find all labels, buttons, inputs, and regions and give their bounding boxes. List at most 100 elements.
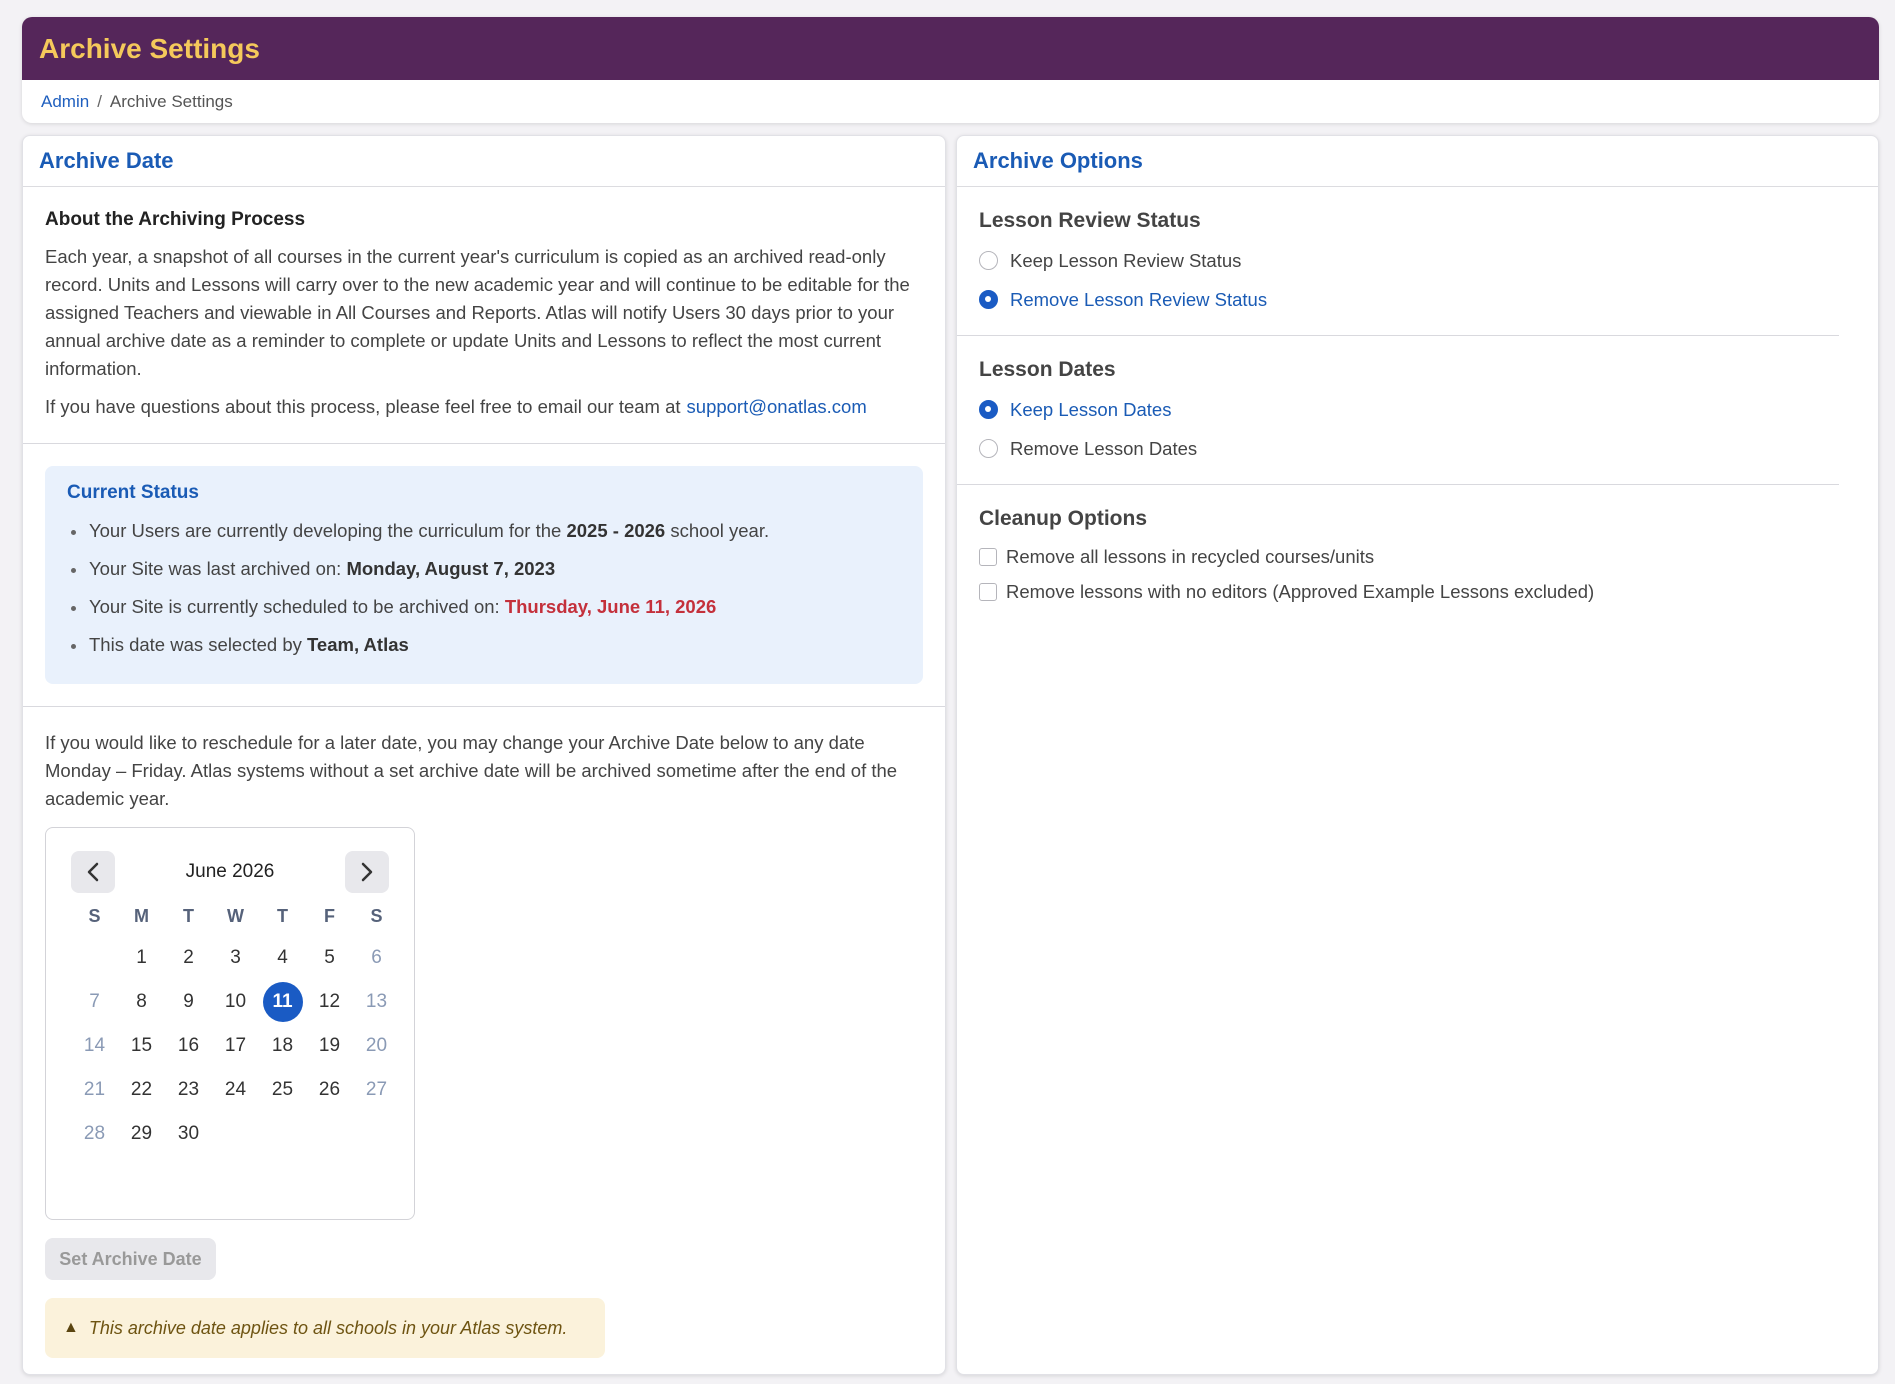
status-item-last-archived: Your Site was last archived on: Monday, … xyxy=(67,550,901,588)
page-title: Archive Settings xyxy=(39,32,260,64)
about-section: About the Archiving Process Each year, a… xyxy=(23,187,945,444)
calendar-day[interactable]: 7 xyxy=(71,980,118,1024)
checkbox-remove-recycled[interactable]: Remove all lessons in recycled courses/u… xyxy=(979,539,1817,574)
calendar-day[interactable]: 17 xyxy=(212,1024,259,1068)
status-text: This date was selected by xyxy=(89,634,302,655)
page-header: Archive Settings Admin / Archive Setting… xyxy=(22,17,1879,123)
set-archive-date-button[interactable]: Set Archive Date xyxy=(45,1238,216,1280)
archive-options-title: Archive Options xyxy=(957,136,1878,187)
calendar-day-number: 2 xyxy=(183,947,194,968)
cleanup-options-title: Cleanup Options xyxy=(979,507,1147,530)
status-item-scheduled: Your Site is currently scheduled to be a… xyxy=(67,588,901,626)
calendar-day[interactable]: 3 xyxy=(212,936,259,980)
date-picker-calendar: June 2026 S M T W T F S 1 2 3 4 5 6 7 8 9 10 11 12 13 14 15 16… xyxy=(45,827,415,1220)
calendar-day[interactable]: 5 xyxy=(306,936,353,980)
calendar-day[interactable]: 16 xyxy=(165,1024,212,1068)
lesson-dates-title: Lesson Dates xyxy=(979,358,1116,381)
weekday-header: T xyxy=(183,905,194,926)
breadcrumb-current: Archive Settings xyxy=(109,91,233,111)
lesson-review-status-title: Lesson Review Status xyxy=(979,209,1201,232)
school-year-value: 2025 - 2026 xyxy=(566,520,666,541)
calendar-day-number: 19 xyxy=(318,1035,341,1056)
calendar-day[interactable]: 30 xyxy=(165,1112,212,1156)
calendar-day[interactable]: 9 xyxy=(165,980,212,1024)
calendar-day-number: 4 xyxy=(277,947,288,968)
reschedule-text: If you would like to reschedule for a la… xyxy=(45,732,898,809)
calendar-day[interactable]: 14 xyxy=(71,1024,118,1068)
prev-month-button[interactable] xyxy=(71,851,115,893)
weekday-header: T xyxy=(277,905,288,926)
calendar-day[interactable]: 18 xyxy=(259,1024,306,1068)
checkbox-label: Remove all lessons in recycled courses/u… xyxy=(1006,545,1375,567)
calendar-day[interactable]: 25 xyxy=(259,1068,306,1112)
calendar-day-selected[interactable]: 11 xyxy=(259,980,306,1024)
calendar-day-number: 25 xyxy=(271,1079,294,1100)
status-list: Your Users are currently developing the … xyxy=(67,512,901,664)
calendar-day[interactable]: 22 xyxy=(118,1068,165,1112)
support-email-link[interactable]: support@onatlas.com xyxy=(687,396,867,417)
calendar-day[interactable]: 27 xyxy=(353,1068,400,1112)
calendar-day[interactable]: 2 xyxy=(165,936,212,980)
next-month-button[interactable] xyxy=(345,851,389,893)
calendar-day[interactable]: 1 xyxy=(118,936,165,980)
calendar-day[interactable]: 19 xyxy=(306,1024,353,1068)
status-title: Current Status xyxy=(67,482,199,503)
calendar-day-number: 29 xyxy=(130,1123,153,1144)
calendar-day[interactable]: 28 xyxy=(71,1112,118,1156)
calendar-day[interactable]: 15 xyxy=(118,1024,165,1068)
radio-button[interactable] xyxy=(979,439,998,458)
calendar-day-number: 26 xyxy=(318,1079,341,1100)
calendar-day[interactable]: 24 xyxy=(212,1068,259,1112)
radio-keep-lesson-dates[interactable]: Keep Lesson Dates xyxy=(979,390,1817,429)
calendar-grid: S M T W T F S 1 2 3 4 5 6 7 8 9 10 11 12 13 14 15 16 17 18 19 20 21… xyxy=(71,896,389,1156)
scheduled-date-value: Thursday, June 11, 2026 xyxy=(504,596,717,617)
calendar-header: June 2026 xyxy=(71,850,389,894)
radio-label: Keep Lesson Review Status xyxy=(1010,249,1242,271)
radio-remove-review-status[interactable]: Remove Lesson Review Status xyxy=(979,280,1817,319)
warning-text: This archive date applies to all schools… xyxy=(88,1317,568,1338)
checkbox[interactable] xyxy=(979,582,997,601)
radio-label: Keep Lesson Dates xyxy=(1010,398,1172,420)
radio-button[interactable] xyxy=(979,400,998,419)
calendar-day[interactable]: 23 xyxy=(165,1068,212,1112)
radio-remove-lesson-dates[interactable]: Remove Lesson Dates xyxy=(979,429,1817,468)
calendar-day-number: 14 xyxy=(83,1035,106,1056)
calendar-month-label: June 2026 xyxy=(185,861,275,882)
calendar-day-number: 24 xyxy=(224,1079,247,1100)
radio-keep-review-status[interactable]: Keep Lesson Review Status xyxy=(979,241,1817,280)
calendar-day[interactable]: 20 xyxy=(353,1024,400,1068)
calendar-day[interactable]: 21 xyxy=(71,1068,118,1112)
checkbox-remove-no-editors[interactable]: Remove lessons with no editors (Approved… xyxy=(979,574,1817,609)
calendar-day[interactable]: 8 xyxy=(118,980,165,1024)
calendar-day[interactable]: 13 xyxy=(353,980,400,1024)
status-item-selected-by: This date was selected by Team, Atlas xyxy=(67,626,901,664)
checkbox[interactable] xyxy=(979,547,997,566)
calendar-day-number: 7 xyxy=(89,991,100,1012)
calendar-day[interactable]: 10 xyxy=(212,980,259,1024)
reschedule-section: If you would like to reschedule for a la… xyxy=(23,707,945,1380)
calendar-day-number: 30 xyxy=(177,1123,200,1144)
calendar-day[interactable]: 12 xyxy=(306,980,353,1024)
calendar-day-number: 6 xyxy=(371,947,382,968)
calendar-day-number: 23 xyxy=(177,1079,200,1100)
calendar-day[interactable]: 26 xyxy=(306,1068,353,1112)
status-item-school-year: Your Users are currently developing the … xyxy=(67,512,901,550)
calendar-day-number: 22 xyxy=(130,1079,153,1100)
breadcrumb-admin-link[interactable]: Admin xyxy=(41,92,89,112)
calendar-day-number: 3 xyxy=(230,947,241,968)
radio-button[interactable] xyxy=(979,290,998,309)
calendar-day-number: 5 xyxy=(324,947,335,968)
radio-button[interactable] xyxy=(979,251,998,270)
weekday-header: S xyxy=(370,905,383,926)
calendar-day[interactable]: 29 xyxy=(118,1112,165,1156)
calendar-day-number: 16 xyxy=(177,1035,200,1056)
radio-label: Remove Lesson Review Status xyxy=(1010,288,1268,310)
current-status-box: Current Status Your Users are currently … xyxy=(45,466,923,684)
calendar-day[interactable]: 4 xyxy=(259,936,306,980)
weekday-header: F xyxy=(324,905,335,926)
calendar-day[interactable]: 6 xyxy=(353,936,400,980)
breadcrumb: Admin / Archive Settings xyxy=(22,80,1879,123)
calendar-day-number: 1 xyxy=(136,947,147,968)
calendar-day-number: 8 xyxy=(136,991,147,1012)
archive-options-panel: Archive Options Lesson Review Status Kee… xyxy=(956,135,1879,1375)
